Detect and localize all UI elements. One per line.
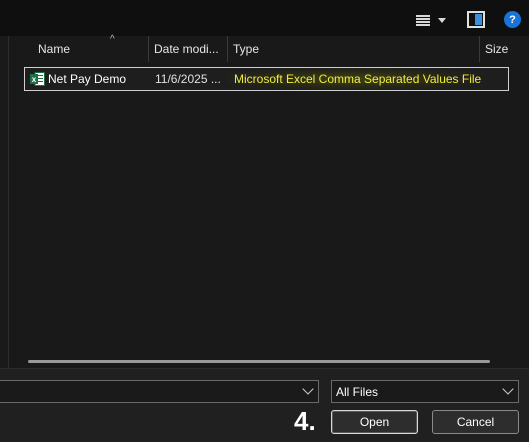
file-name-input[interactable]	[0, 380, 319, 403]
preview-pane-button[interactable]	[467, 11, 485, 28]
cancel-button[interactable]: Cancel	[432, 410, 519, 434]
column-header-size[interactable]: Size	[479, 36, 529, 62]
preview-pane-icon	[475, 14, 482, 25]
dialog-footer: All Files 4. Open Cancel	[0, 368, 529, 442]
file-name: Net Pay Demo	[48, 72, 127, 86]
chevron-down-icon[interactable]	[302, 383, 314, 395]
excel-csv-icon: x	[30, 72, 45, 86]
navigation-pane[interactable]	[0, 36, 9, 368]
view-menu-button[interactable]	[412, 11, 450, 29]
dialog-toolbar: ?	[0, 0, 529, 36]
help-icon: ?	[509, 13, 516, 26]
step-annotation: 4.	[294, 406, 316, 436]
file-open-dialog: ? ^ Name Date modi... Type Size x Net Pa…	[0, 0, 529, 442]
list-view-icon	[416, 14, 430, 27]
column-header-name[interactable]: ^ Name	[32, 34, 148, 62]
chevron-down-icon	[502, 383, 514, 395]
file-type: Microsoft Excel Comma Separated Values F…	[234, 72, 482, 86]
file-size	[496, 68, 508, 90]
file-date: 11/6/2025 ...	[155, 72, 221, 86]
file-type-select[interactable]: All Files	[331, 380, 519, 403]
column-header-date[interactable]: Date modi...	[148, 36, 227, 62]
open-button[interactable]: Open	[331, 410, 418, 434]
svg-text:x: x	[32, 75, 37, 84]
sort-ascending-icon: ^	[110, 34, 115, 45]
file-list[interactable]: ^ Name Date modi... Type Size x Net Pay …	[10, 34, 529, 366]
chevron-down-icon	[438, 17, 446, 23]
column-header-type[interactable]: Type	[227, 36, 479, 62]
horizontal-scrollbar[interactable]	[28, 360, 490, 363]
file-row[interactable]: x Net Pay Demo 11/6/2025 ... Microsoft E…	[24, 67, 509, 91]
help-button[interactable]: ?	[504, 11, 521, 28]
